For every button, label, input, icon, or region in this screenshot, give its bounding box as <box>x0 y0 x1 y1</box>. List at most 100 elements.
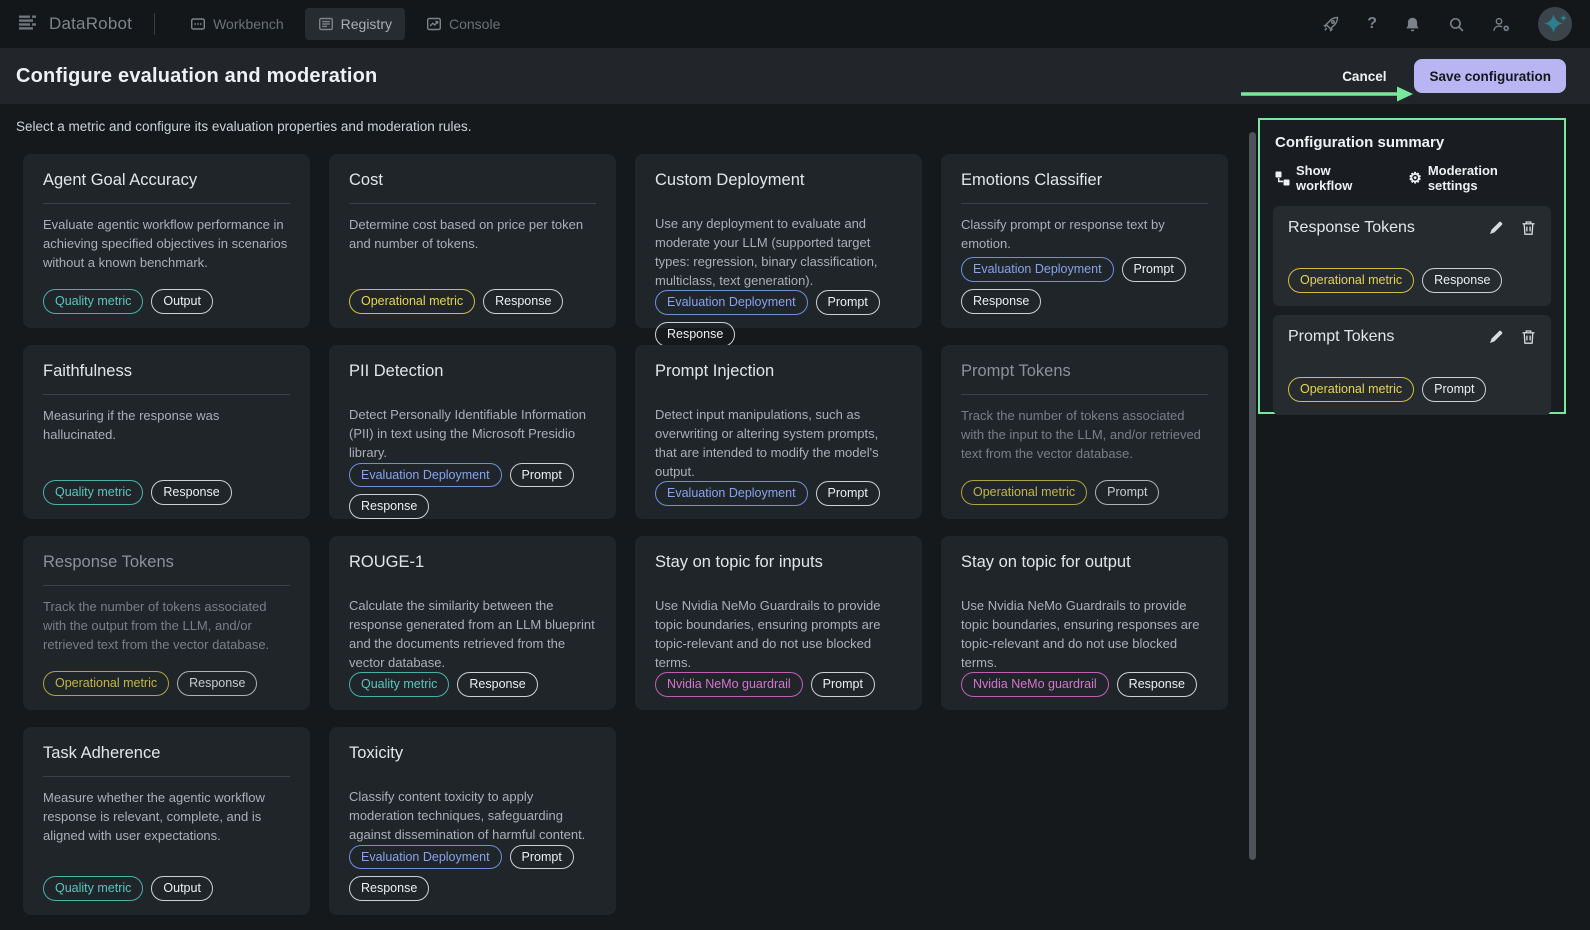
workbench-icon <box>190 16 206 32</box>
rocket-icon[interactable] <box>1322 15 1340 33</box>
topbar-actions: ? <box>1322 7 1572 41</box>
metric-card-custom-deployment[interactable]: Custom Deployment Use any deployment to … <box>635 154 922 328</box>
metric-card-description: Calculate the similarity between the res… <box>349 597 596 672</box>
badge-evaluation-deployment: Evaluation Deployment <box>655 481 808 506</box>
divider <box>43 394 290 395</box>
badge-operational-metric: Operational metric <box>961 480 1087 505</box>
metric-card-stay-on-topic-for-inputs[interactable]: Stay on topic for inputs Use Nvidia NeMo… <box>635 536 922 710</box>
metric-card-title: Prompt Injection <box>655 362 902 381</box>
metric-card-description: Measure whether the agentic workflow res… <box>43 789 290 846</box>
badge-operational-metric: Operational metric <box>1288 377 1414 402</box>
metric-card-stay-on-topic-for-output[interactable]: Stay on topic for output Use Nvidia NeMo… <box>941 536 1228 710</box>
badge-response: Response <box>1117 672 1197 697</box>
badge-nvidia-nemo-guardrail: Nvidia NeMo guardrail <box>655 672 803 697</box>
nav-item-console[interactable]: Console <box>413 8 513 40</box>
show-workflow-link[interactable]: Show workflow <box>1275 163 1390 193</box>
metric-card-title: Stay on topic for inputs <box>655 553 902 572</box>
nav-item-registry[interactable]: Registry <box>305 8 405 40</box>
metric-card-title: Stay on topic for output <box>961 553 1208 572</box>
badge-response: Response <box>961 289 1041 314</box>
divider <box>43 776 290 777</box>
metric-card-badges: Nvidia NeMo guardrail Response <box>961 672 1208 697</box>
metric-card-agent-goal-accuracy[interactable]: Agent Goal Accuracy Evaluate agentic wor… <box>23 154 310 328</box>
nav-label: Registry <box>341 16 392 32</box>
badge-response: Response <box>1422 268 1502 293</box>
workflow-icon <box>1275 171 1290 186</box>
metric-card-task-adherence[interactable]: Task Adherence Measure whether the agent… <box>23 727 310 915</box>
avatar[interactable] <box>1538 7 1572 41</box>
metric-card-description: Use Nvidia NeMo Guardrails to provide to… <box>655 597 902 672</box>
metric-card-title: ROUGE-1 <box>349 553 596 572</box>
metric-card-description: Determine cost based on price per token … <box>349 216 596 254</box>
metric-card-badges: Evaluation Deployment Prompt <box>655 481 902 506</box>
badge-response: Response <box>655 322 735 347</box>
metric-card-badges: Operational metricResponse <box>43 671 290 696</box>
badge-response: Response <box>151 480 231 505</box>
registry-icon <box>318 16 334 32</box>
metric-card-cost[interactable]: Cost Determine cost based on price per t… <box>329 154 616 328</box>
summary-title: Configuration summary <box>1275 134 1551 151</box>
divider <box>43 585 290 586</box>
metric-card-badges: Evaluation DeploymentPromptResponse <box>655 290 902 347</box>
metric-card-description: Measuring if the response was hallucinat… <box>43 407 290 445</box>
badge-quality-metric: Quality metric <box>43 480 143 505</box>
nav-item-workbench[interactable]: Workbench <box>177 8 297 40</box>
metric-card-rouge-1[interactable]: ROUGE-1 Calculate the similarity between… <box>329 536 616 710</box>
metric-card-title: Task Adherence <box>43 744 290 763</box>
header-actions: Cancel Save configuration <box>1340 59 1566 93</box>
metric-card-response-tokens[interactable]: Response Tokens Track the number of toke… <box>23 536 310 710</box>
main-content: Select a metric and configure its evalua… <box>0 104 1240 930</box>
metric-card-title: Cost <box>349 171 596 190</box>
vertical-scrollbar[interactable] <box>1249 108 1256 930</box>
help-icon[interactable]: ? <box>1367 15 1377 33</box>
divider <box>43 203 290 204</box>
badge-prompt: Prompt <box>1422 377 1486 402</box>
badge-operational-metric: Operational metric <box>1288 268 1414 293</box>
badge-prompt: Prompt <box>816 481 880 506</box>
cancel-button[interactable]: Cancel <box>1340 63 1388 90</box>
metric-card-pii-detection[interactable]: PII Detection Detect Personally Identifi… <box>329 345 616 519</box>
metric-card-faithfulness[interactable]: Faithfulness Measuring if the response w… <box>23 345 310 519</box>
badge-nvidia-nemo-guardrail: Nvidia NeMo guardrail <box>961 672 1109 697</box>
metric-card-description: Use any deployment to evaluate and moder… <box>655 215 902 290</box>
scrollbar-thumb[interactable] <box>1249 132 1256 860</box>
moderation-settings-link[interactable]: ⚙ Moderation settings <box>1408 163 1551 193</box>
delete-metric-button[interactable] <box>1521 329 1536 345</box>
summary-entry-title: Prompt Tokens <box>1288 328 1394 346</box>
summary-entry-header: Response Tokens <box>1288 219 1536 237</box>
badge-response: Response <box>483 289 563 314</box>
edit-metric-button[interactable] <box>1488 220 1504 236</box>
metric-card-title: Agent Goal Accuracy <box>43 171 290 190</box>
page-title: Configure evaluation and moderation <box>16 65 377 88</box>
delete-metric-button[interactable] <box>1521 220 1536 236</box>
badge-evaluation-deployment: Evaluation Deployment <box>349 463 502 488</box>
badge-response: Response <box>177 671 257 696</box>
metric-card-emotions-classifier[interactable]: Emotions Classifier Classify prompt or r… <box>941 154 1228 328</box>
metric-card-description: Track the number of tokens associated wi… <box>43 598 290 655</box>
badge-quality-metric: Quality metric <box>43 289 143 314</box>
search-icon[interactable] <box>1448 16 1465 33</box>
metric-card-description: Evaluate agentic workflow performance in… <box>43 216 290 273</box>
badge-prompt: Prompt <box>510 845 574 870</box>
metric-card-badges: Operational metricPrompt <box>961 480 1208 505</box>
edit-metric-button[interactable] <box>1488 329 1504 345</box>
metric-card-badges: Operational metric Response <box>349 289 596 314</box>
summary-entry-prompt-tokens: Prompt Tokens <box>1273 315 1551 415</box>
metric-card-prompt-tokens[interactable]: Prompt Tokens Track the number of tokens… <box>941 345 1228 519</box>
datarobot-logo[interactable]: DataRobot <box>18 14 132 34</box>
badge-operational-metric: Operational metric <box>349 289 475 314</box>
metric-card-title: Custom Deployment <box>655 171 902 190</box>
user-settings-icon[interactable] <box>1492 16 1511 33</box>
metric-card-badges: Quality metricOutput <box>43 289 290 314</box>
metric-card-prompt-injection[interactable]: Prompt Injection Detect input manipulati… <box>635 345 922 519</box>
badge-evaluation-deployment: Evaluation Deployment <box>655 290 808 315</box>
metric-card-toxicity[interactable]: Toxicity Classify content toxicity to ap… <box>329 727 616 915</box>
primary-nav: Workbench Registry Console <box>177 8 513 40</box>
badge-prompt: Prompt <box>1122 257 1186 282</box>
metric-card-title: Response Tokens <box>43 553 290 572</box>
bell-icon[interactable] <box>1404 16 1421 33</box>
badge-prompt: Prompt <box>510 463 574 488</box>
summary-entries: Response Tokens <box>1273 206 1551 415</box>
summary-entry-header: Prompt Tokens <box>1288 328 1536 346</box>
save-configuration-button[interactable]: Save configuration <box>1414 59 1566 93</box>
